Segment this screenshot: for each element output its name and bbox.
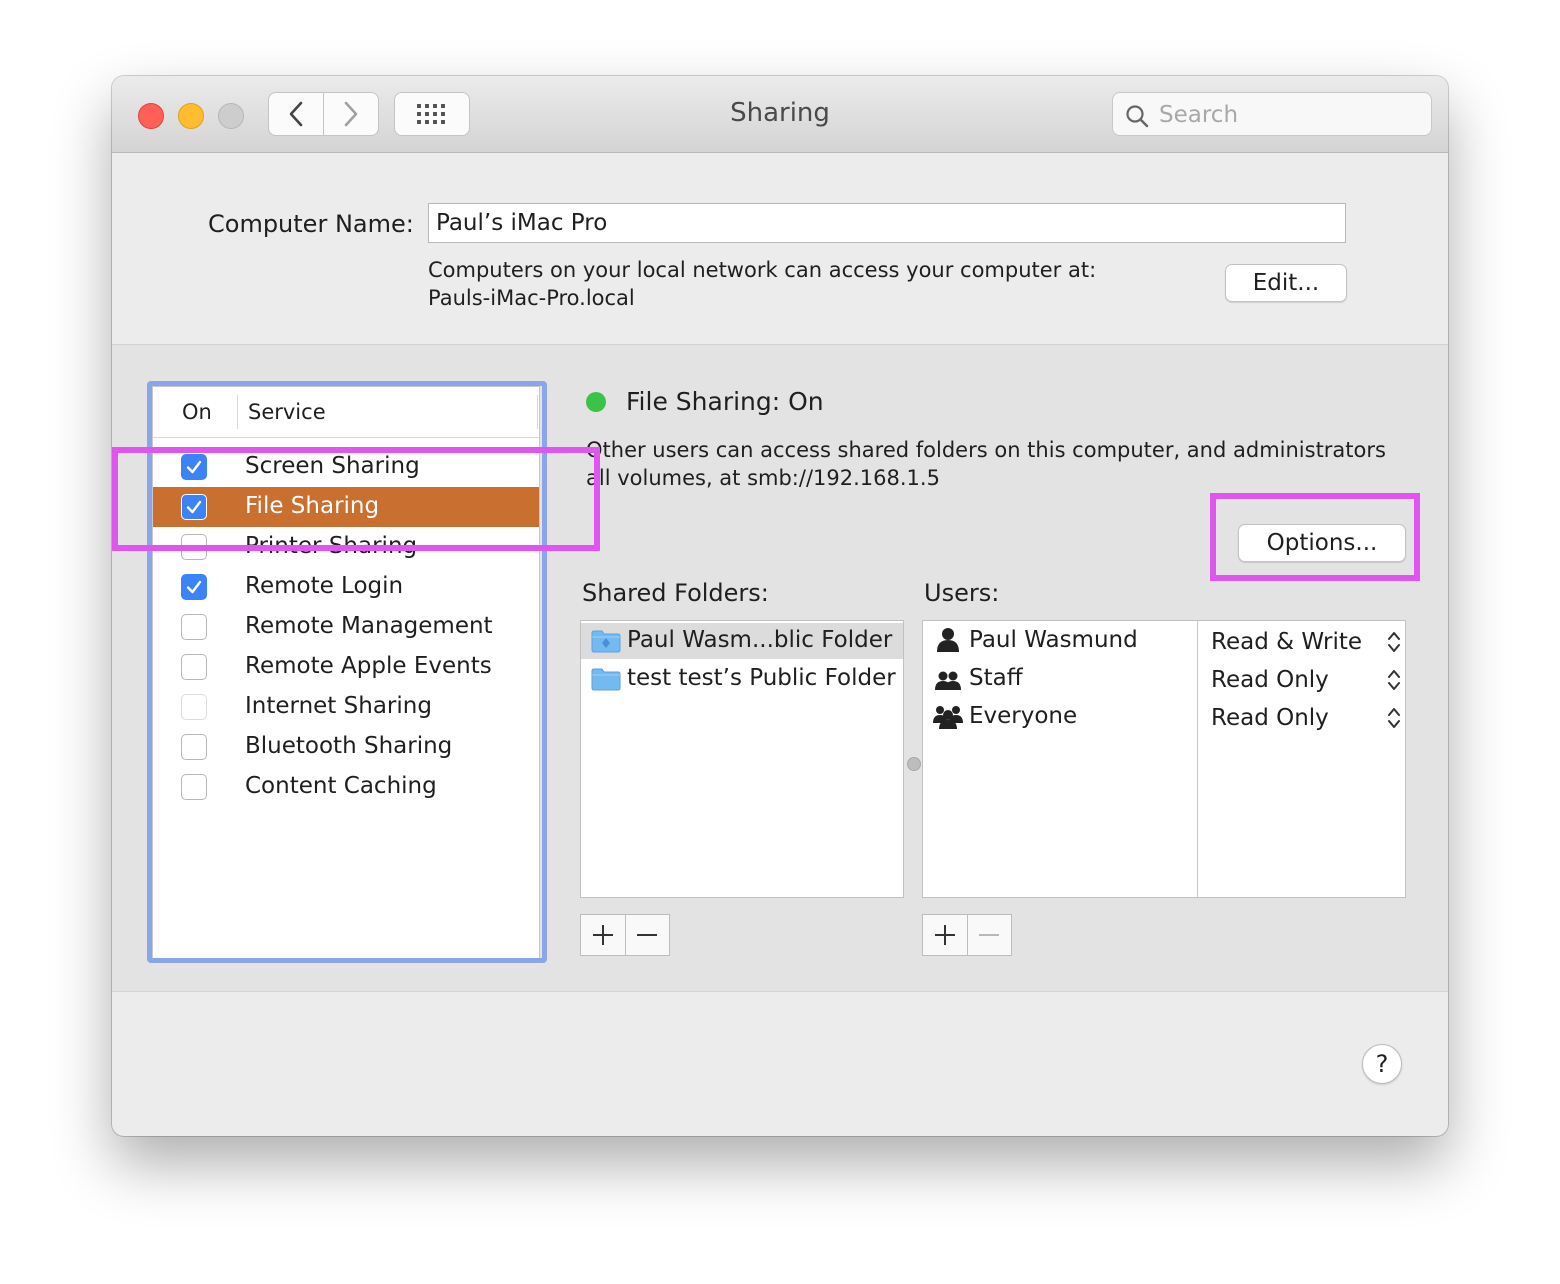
users-add-remove <box>922 914 1012 956</box>
minus-icon <box>637 934 658 936</box>
up-down-arrows-icon <box>1388 632 1400 652</box>
remove-folder-button[interactable] <box>624 915 670 955</box>
users-label: Users: <box>924 579 1000 607</box>
everyone-icon <box>933 706 963 729</box>
users-list[interactable]: Paul Wasmund Read & Write Staff Read Only Ev… <box>922 620 1406 898</box>
add-folder-button[interactable] <box>581 915 625 955</box>
edit-button[interactable]: Edit... <box>1225 264 1347 302</box>
search-input[interactable] <box>1157 99 1421 131</box>
computer-name-field[interactable] <box>428 203 1346 243</box>
computer-name-section <box>112 153 1448 345</box>
add-user-button[interactable] <box>923 915 967 955</box>
up-down-arrows-icon <box>1388 708 1400 728</box>
user-icon <box>937 628 959 652</box>
group-icon <box>935 671 961 690</box>
permission-value: Read Only <box>1211 667 1329 693</box>
search-field[interactable] <box>1112 92 1432 136</box>
folder-icon <box>591 668 621 691</box>
title-bar: Sharing <box>112 76 1448 153</box>
network-info-text: Computers on your local network can acce… <box>428 258 1097 282</box>
folder-row[interactable]: test test’s Public Folder <box>581 661 903 697</box>
network-address-text: Pauls-iMac-Pro.local <box>428 286 635 310</box>
permission-popup[interactable]: Read & Write <box>1211 625 1405 661</box>
permission-value: Read & Write <box>1211 629 1363 655</box>
computer-name-label: Computer Name: <box>208 210 414 238</box>
description-line: Other users can access shared folders on… <box>586 438 1386 462</box>
user-row[interactable]: Paul Wasmund <box>923 623 1197 659</box>
highlight-options <box>1210 493 1420 581</box>
permission-value: Read Only <box>1211 705 1329 731</box>
user-row[interactable]: Staff <box>923 661 1197 697</box>
up-down-arrows-icon <box>1388 670 1400 690</box>
shared-folders-list[interactable]: Paul Wasm...blic Folder test test’s Publi… <box>580 620 904 898</box>
user-name: Everyone <box>969 703 1078 729</box>
folder-name: test test’s Public Folder <box>627 665 896 691</box>
service-description: Other users can access shared folders on… <box>586 436 1422 492</box>
search-icon <box>1126 105 1149 128</box>
folder-row[interactable]: Paul Wasm...blic Folder <box>581 623 903 659</box>
public-folder-icon <box>591 630 621 653</box>
user-name: Paul Wasmund <box>969 627 1138 653</box>
permission-popup[interactable]: Read Only <box>1211 663 1405 699</box>
help-button[interactable]: ? <box>1362 1044 1402 1084</box>
folders-add-remove <box>580 914 670 956</box>
remove-user-button[interactable] <box>966 915 1012 955</box>
description-line: all volumes, at smb://192.168.1.5 <box>586 466 940 490</box>
service-status: File Sharing: On <box>626 387 824 416</box>
permission-popup[interactable]: Read Only <box>1211 701 1405 737</box>
shared-folders-label: Shared Folders: <box>582 579 769 607</box>
minus-icon <box>979 934 1000 936</box>
plus-icon <box>934 925 955 945</box>
user-row[interactable]: Everyone <box>923 699 1197 735</box>
plus-icon <box>592 925 613 945</box>
highlight-file-sharing <box>112 447 600 551</box>
folder-name: Paul Wasm...blic Folder <box>627 627 893 653</box>
user-name: Staff <box>969 665 1023 691</box>
split-handle[interactable] <box>907 757 921 771</box>
column-divider <box>1197 621 1198 897</box>
status-indicator <box>586 392 606 412</box>
